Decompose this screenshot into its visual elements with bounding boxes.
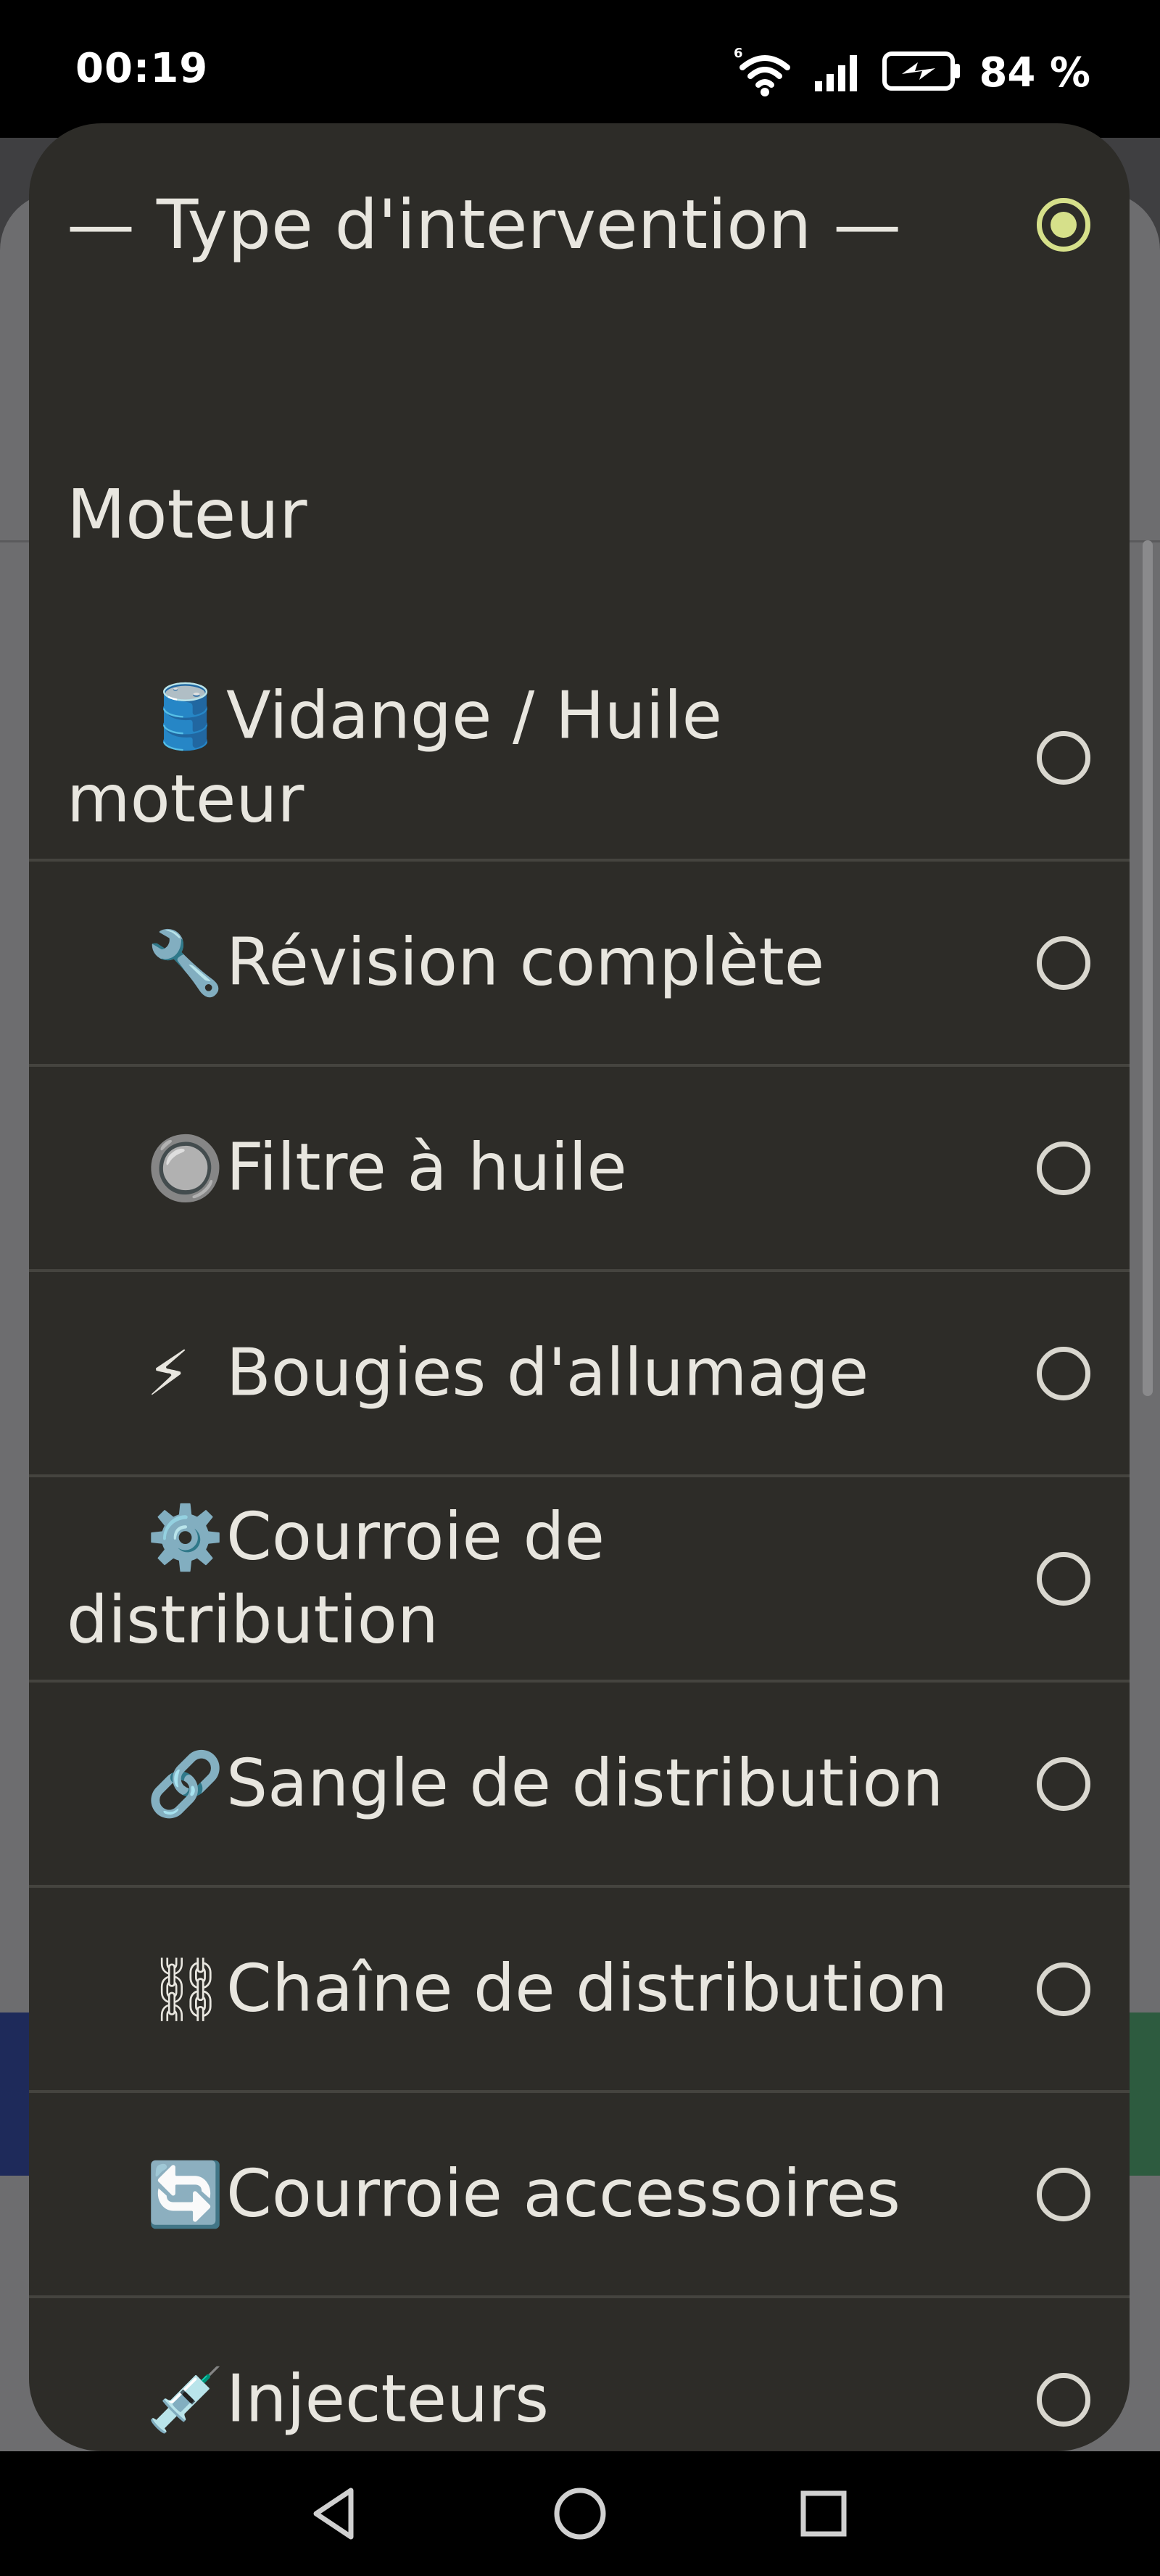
option-text: ⛓Chaîne de distribution <box>67 1947 963 2031</box>
background-scrollbar <box>1143 540 1153 1396</box>
option-label: Bougies d'allumage <box>226 1334 869 1411</box>
option-item[interactable]: 🔘Filtre à huile <box>29 1067 1130 1272</box>
svg-text:6: 6 <box>734 46 743 61</box>
gear-icon: ⚙️ <box>146 1501 225 1574</box>
option-radio[interactable] <box>1037 1141 1090 1195</box>
option-label: Injecteurs <box>226 2361 550 2437</box>
option-label: Chaîne de distribution <box>226 1950 948 2026</box>
battery-icon <box>882 49 961 96</box>
navigation-bar <box>0 2451 1160 2576</box>
option-radio[interactable] <box>1037 2372 1090 2427</box>
option-label: Courroie accessoires <box>226 2155 901 2232</box>
option-text: 🔘Filtre à huile <box>67 1126 963 1210</box>
option-radio[interactable] <box>1037 1346 1090 1400</box>
group-label-moteur: Moteur <box>67 475 307 555</box>
oil-barrel-icon: 🛢️ <box>146 680 225 753</box>
option-label: Sangle de distribution <box>226 1745 944 1821</box>
battery-percentage: 84 % <box>979 49 1090 96</box>
syringe-icon: 💉 <box>146 2364 225 2436</box>
radio-button-icon: 🔘 <box>146 1132 225 1205</box>
status-bar: 00:19 6 84 % <box>0 0 1160 138</box>
option-text: 🔗Sangle de distribution <box>67 1742 963 1825</box>
wrench-icon: 🔧 <box>146 927 225 999</box>
radio-selected[interactable] <box>1037 198 1090 252</box>
option-item[interactable]: ⚡ Bougies d'allumage <box>29 1272 1130 1477</box>
option-radio[interactable] <box>1037 1756 1090 1811</box>
option-text: 💉Injecteurs <box>67 2358 963 2441</box>
lightning-icon: ⚡ <box>146 1337 191 1410</box>
option-text: 🔄Courroie accessoires <box>67 2152 963 2236</box>
option-label: Révision complète <box>226 924 825 1000</box>
option-radio[interactable] <box>1037 730 1090 785</box>
screen: 00:19 6 84 % — Type d'intervention — Mot… <box>0 0 1160 2576</box>
wifi-icon: 6 <box>734 46 796 99</box>
option-radio[interactable] <box>1037 2167 1090 2221</box>
recents-icon[interactable] <box>787 2477 860 2550</box>
option-text: ⚙️Courroie de distribution <box>67 1495 963 1661</box>
back-icon[interactable] <box>297 2477 370 2550</box>
option-radio[interactable] <box>1037 936 1090 990</box>
chain-icon: ⛓ <box>146 1953 226 2026</box>
cellular-signal-icon <box>813 49 864 96</box>
link-icon: 🔗 <box>146 1748 225 1820</box>
home-icon[interactable] <box>544 2477 616 2550</box>
option-item[interactable]: ⛓Chaîne de distribution <box>29 1888 1130 2093</box>
status-icons: 6 84 % <box>734 45 1090 100</box>
intervention-type-dialog: — Type d'intervention — Moteur 🛢️Vidange… <box>29 123 1130 2451</box>
option-item[interactable]: 💉Injecteurs <box>29 2298 1130 2451</box>
status-time: 00:19 <box>75 45 209 92</box>
dialog-title: — Type d'intervention — <box>67 186 902 265</box>
option-radio[interactable] <box>1037 1962 1090 2016</box>
option-item[interactable]: 🔧Révision complète <box>29 862 1130 1067</box>
option-list: 🛢️Vidange / Huile moteur 🔧Révision complè… <box>29 656 1130 2451</box>
option-radio[interactable] <box>1037 1551 1090 1606</box>
option-none[interactable]: — Type d'intervention — <box>29 123 1130 328</box>
option-item[interactable]: 🔄Courroie accessoires <box>29 2093 1130 2298</box>
arrows-cycle-icon: 🔄 <box>146 2158 225 2231</box>
option-item[interactable]: 🔗Sangle de distribution <box>29 1683 1130 1888</box>
option-item[interactable]: 🛢️Vidange / Huile moteur <box>29 656 1130 862</box>
option-item[interactable]: ⚙️Courroie de distribution <box>29 1477 1130 1683</box>
option-text: 🔧Révision complète <box>67 921 963 1004</box>
option-label: Filtre à huile <box>226 1129 627 1205</box>
option-text: ⚡ Bougies d'allumage <box>67 1332 963 1415</box>
option-text: 🛢️Vidange / Huile moteur <box>67 674 963 841</box>
